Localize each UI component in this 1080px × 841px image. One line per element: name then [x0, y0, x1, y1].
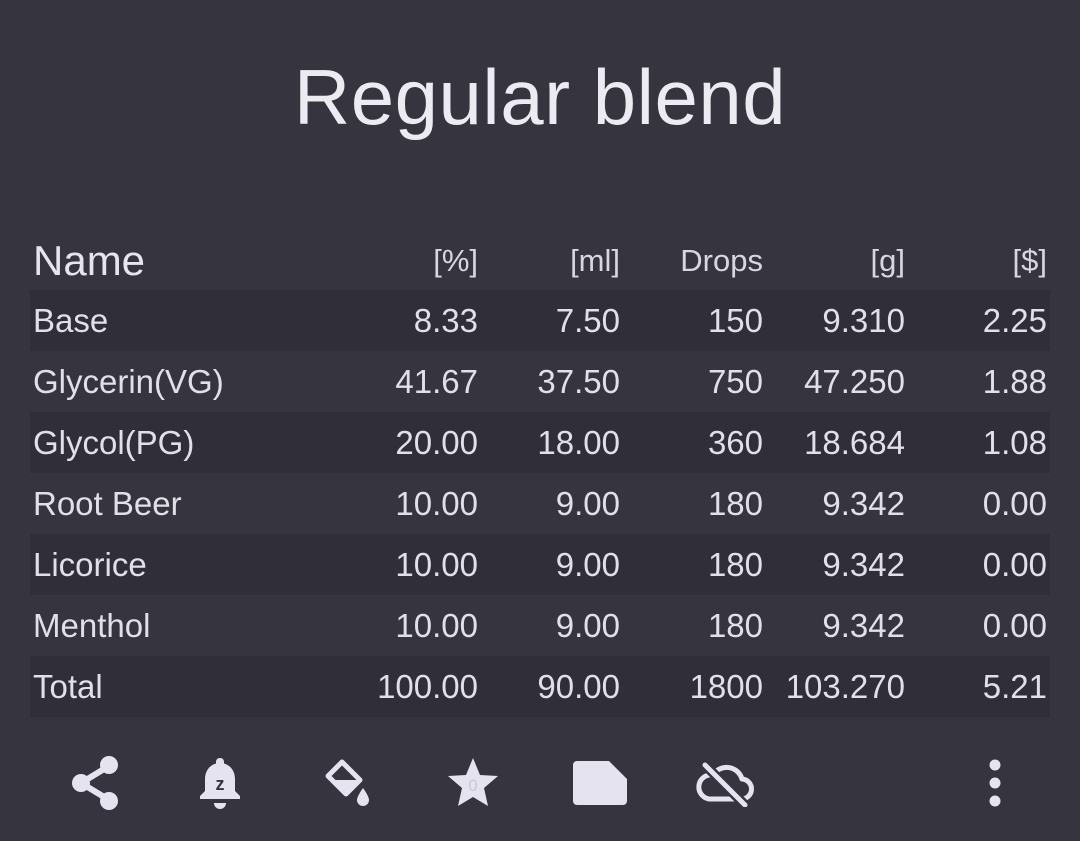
ingredient-cost: 1.88 [982, 363, 1047, 400]
ingredient-name: Licorice [33, 546, 147, 583]
table-row[interactable]: Root Beer 10.00 9.00 180 9.342 0.00 [30, 473, 1050, 534]
more-vert-icon [989, 759, 1001, 807]
column-header-name: Name [33, 237, 146, 284]
ingredient-percent: 10.00 [395, 607, 478, 644]
table-row[interactable]: Glycol(PG) 20.00 18.00 360 18.684 1.08 [30, 412, 1050, 473]
ingredient-drops: 750 [707, 363, 763, 400]
star-icon: 0 [448, 758, 498, 806]
more-options-button[interactable] [960, 748, 1030, 818]
total-drops: 1800 [689, 668, 763, 705]
total-label: Total [33, 668, 103, 705]
ingredient-name: Glycol(PG) [33, 424, 195, 461]
cloud-off-icon [696, 761, 754, 807]
table-row[interactable]: Menthol 10.00 9.00 180 9.342 0.00 [30, 595, 1050, 656]
ingredient-ml: 7.50 [555, 302, 620, 339]
ingredient-cost: 2.25 [982, 302, 1047, 339]
table-header: Name [%] [ml] Drops [g] [$] [30, 232, 1050, 290]
ingredient-name: Glycerin(VG) [33, 363, 224, 400]
ingredient-name: Root Beer [33, 485, 182, 522]
column-header-drops: Drops [680, 243, 763, 278]
ingredient-percent: 10.00 [395, 546, 478, 583]
paint-bucket-icon [325, 759, 369, 806]
ingredient-cost: 0.00 [982, 485, 1047, 522]
notes-button[interactable] [565, 748, 635, 818]
ingredient-ml: 18.00 [537, 424, 620, 461]
ingredient-drops: 150 [707, 302, 763, 339]
snooze-button[interactable]: z [185, 748, 255, 818]
ingredient-name: Base [33, 302, 109, 339]
table-row[interactable]: Licorice 10.00 9.00 180 9.342 0.00 [30, 534, 1050, 595]
ingredient-percent: 41.67 [395, 363, 478, 400]
ingredient-drops: 180 [707, 607, 763, 644]
ingredient-grams: 9.342 [822, 546, 905, 583]
recipe-title: Regular blend [293, 53, 787, 141]
total-ml: 90.00 [537, 668, 620, 705]
ingredient-percent: 8.33 [413, 302, 478, 339]
ingredient-drops: 180 [707, 546, 763, 583]
ingredient-ml: 37.50 [537, 363, 620, 400]
column-header-ml: [ml] [570, 243, 620, 278]
ingredient-drops: 180 [707, 485, 763, 522]
ingredient-drops: 360 [707, 424, 763, 461]
svg-text:0: 0 [468, 776, 477, 795]
ingredient-ml: 9.00 [555, 607, 620, 644]
total-percent: 100.00 [377, 668, 478, 705]
color-fill-button[interactable] [312, 748, 382, 818]
ingredient-cost: 0.00 [982, 607, 1047, 644]
table-row[interactable]: Base 8.33 7.50 150 9.310 2.25 [30, 290, 1050, 351]
ingredient-percent: 20.00 [395, 424, 478, 461]
ingredient-ml: 9.00 [555, 546, 620, 583]
svg-text:z: z [216, 774, 225, 794]
snooze-alarm-icon: z [200, 758, 240, 809]
ingredient-grams: 18.684 [804, 424, 905, 461]
total-cost: 5.21 [982, 668, 1047, 705]
column-header-percent: [%] [433, 243, 478, 278]
ingredient-grams: 47.250 [804, 363, 905, 400]
ingredient-cost: 0.00 [982, 546, 1047, 583]
share-icon [72, 756, 118, 810]
ingredient-grams: 9.342 [822, 607, 905, 644]
ingredient-grams: 9.310 [822, 302, 905, 339]
note-icon [573, 761, 627, 805]
ingredient-grams: 9.342 [822, 485, 905, 522]
ingredient-percent: 10.00 [395, 485, 478, 522]
total-row: Total 100.00 90.00 1800 103.270 5.21 [30, 656, 1050, 717]
recipe-table: Name [%] [ml] Drops [g] [$] Base 8.33 7.… [30, 232, 1050, 717]
column-header-grams: [g] [870, 243, 905, 278]
total-grams: 103.270 [785, 668, 905, 705]
ingredient-ml: 9.00 [555, 485, 620, 522]
favorite-button[interactable]: 0 [438, 748, 508, 818]
cloud-sync-button[interactable] [690, 748, 760, 818]
ingredient-cost: 1.08 [982, 424, 1047, 461]
column-header-cost: [$] [1012, 243, 1047, 278]
ingredient-name: Menthol [33, 607, 151, 644]
bottom-toolbar: z 0 [0, 748, 1080, 818]
share-button[interactable] [60, 748, 130, 818]
table-row[interactable]: Glycerin(VG) 41.67 37.50 750 47.250 1.88 [30, 351, 1050, 412]
